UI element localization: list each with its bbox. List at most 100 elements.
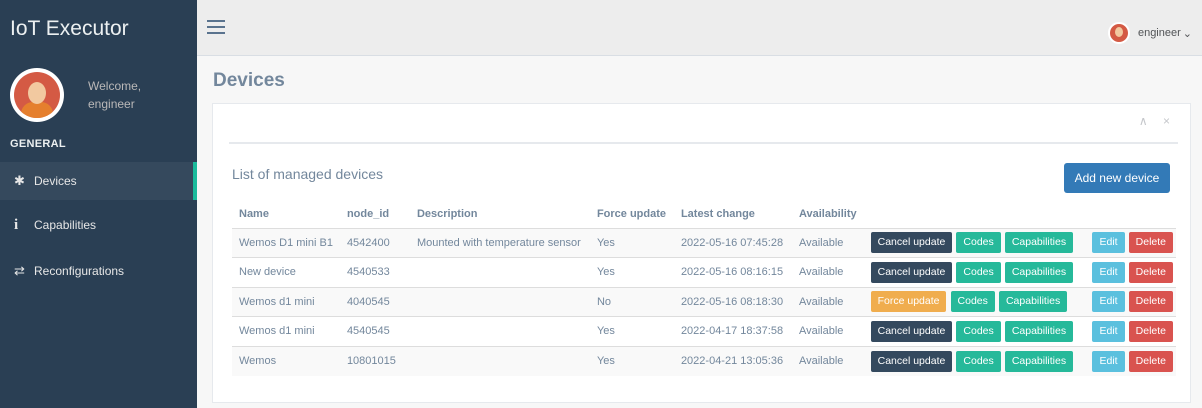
sidebar: IoT Executor Welcome, engineer GENERAL ✱…: [0, 0, 197, 408]
node-id: 4540545: [339, 316, 410, 346]
column-header: Description: [416, 207, 478, 220]
app-title[interactable]: IoT Executor: [0, 0, 197, 58]
sidebar-item-label: Reconfigurations: [34, 264, 125, 278]
info-icon: i: [14, 216, 19, 233]
force-update-value: Yes: [589, 345, 674, 376]
node-id: 4542400: [339, 227, 410, 258]
sidebar-item-label: Capabilities: [34, 218, 97, 232]
column-header: Name: [239, 207, 269, 220]
profile: Welcome, engineer: [0, 58, 197, 130]
availability: Available: [791, 286, 864, 317]
codes-button[interactable]: Codes: [956, 232, 1001, 254]
welcome-text: Welcome, engineer: [88, 77, 141, 113]
delete-button[interactable]: Delete: [1128, 232, 1173, 254]
force-update-value: Yes: [589, 257, 674, 287]
device-name: New device: [232, 257, 340, 287]
latest-change: 2022-05-16 07:45:28: [673, 227, 792, 258]
action-cell: Cancel update Codes Capabilities: [863, 257, 1085, 287]
capabilities-button[interactable]: Capabilities: [998, 291, 1068, 313]
action-cell: Force update Codes Capabilities: [863, 286, 1085, 317]
codes-button[interactable]: Codes: [956, 320, 1001, 342]
row-action-cell: Edit Delete: [1084, 286, 1176, 317]
availability: Available: [791, 257, 864, 287]
section-heading: GENERAL: [10, 138, 66, 150]
cancel-update-button[interactable]: Cancel update: [870, 350, 953, 372]
edit-button[interactable]: Edit: [1092, 261, 1125, 283]
cancel-update-button[interactable]: Cancel update: [870, 232, 953, 254]
table-row: Wemos 10801015 Yes 2022-04-21 13:05:36 Avail…: [232, 345, 1176, 376]
description: [409, 257, 590, 287]
column-header: Latest change: [680, 207, 755, 220]
divider: [229, 142, 1178, 144]
node-id: 4040545: [339, 286, 410, 317]
user-name: engineer: [1137, 27, 1181, 39]
action-cell: Cancel update Codes Capabilities: [863, 316, 1085, 346]
description: [409, 286, 590, 317]
device-name: Wemos d1 mini: [232, 286, 340, 317]
codes-button[interactable]: Codes: [956, 261, 1001, 283]
column-header: Force update: [596, 207, 667, 220]
force-update-button[interactable]: Force update: [870, 291, 947, 313]
force-update-value: No: [589, 286, 674, 317]
delete-button[interactable]: Delete: [1128, 261, 1173, 283]
top-navbar: engineer ⌄: [197, 0, 1202, 56]
force-update-value: Yes: [589, 316, 674, 346]
latest-change: 2022-05-16 08:18:30: [673, 286, 792, 317]
welcome-username: engineer: [88, 97, 135, 111]
page-title: Devices: [213, 70, 285, 91]
column-header: node_id: [346, 207, 390, 220]
capabilities-button[interactable]: Capabilities: [1004, 261, 1074, 283]
action-cell: Cancel update Codes Capabilities: [863, 227, 1085, 258]
availability: Available: [791, 345, 864, 376]
table-row: Wemos D1 mini B1 4542400 Mounted with temp…: [232, 227, 1176, 258]
latest-change: 2022-04-21 13:05:36: [673, 345, 792, 376]
edit-button[interactable]: Edit: [1092, 320, 1125, 342]
codes-button[interactable]: Codes: [956, 350, 1001, 372]
node-id: 4540533: [339, 257, 410, 287]
latest-change: 2022-04-17 18:37:58: [673, 316, 792, 346]
capabilities-button[interactable]: Capabilities: [1004, 232, 1074, 254]
sidebar-item-label: Devices: [34, 174, 77, 188]
user-menu[interactable]: engineer ⌄: [1107, 22, 1192, 44]
node-id: 10801015: [339, 345, 410, 376]
user-avatar: [1107, 22, 1130, 44]
description: [409, 345, 590, 376]
row-action-cell: Edit Delete: [1084, 257, 1176, 287]
menu-toggle-icon[interactable]: [207, 20, 225, 34]
edit-button[interactable]: Edit: [1092, 350, 1125, 372]
action-cell: Cancel update Codes Capabilities: [863, 345, 1085, 376]
gear-icon: ✱: [14, 173, 25, 188]
table-row: Wemos d1 mini 4040545 No 2022-05-16 08:18:3…: [232, 286, 1176, 317]
cancel-update-button[interactable]: Cancel update: [870, 320, 953, 342]
cancel-update-button[interactable]: Cancel update: [870, 261, 953, 283]
devices-panel: ∧ × List of managed devices Add new devi…: [212, 103, 1191, 403]
panel-tools[interactable]: ∧ ×: [1139, 114, 1176, 128]
column-header: Availability: [798, 207, 857, 220]
edit-button[interactable]: Edit: [1092, 291, 1125, 313]
device-name: Wemos D1 mini B1: [232, 227, 340, 258]
delete-button[interactable]: Delete: [1128, 320, 1173, 342]
devices-table: Name node_id Description Force update La…: [232, 200, 1176, 376]
device-name: Wemos d1 mini: [232, 316, 340, 346]
welcome-label: Welcome,: [88, 79, 142, 93]
sidebar-item-devices[interactable]: ✱ Devices: [0, 162, 197, 200]
chevron-down-icon: ⌄: [1182, 27, 1192, 40]
arrows-exchange-icon: ⇄: [14, 263, 25, 278]
capabilities-button[interactable]: Capabilities: [1004, 320, 1074, 342]
table-header-row: Name node_id Description Force update La…: [232, 200, 1176, 228]
codes-button[interactable]: Codes: [950, 291, 995, 313]
latest-change: 2022-05-16 08:16:15: [673, 257, 792, 287]
list-title: List of managed devices: [232, 166, 383, 182]
edit-button[interactable]: Edit: [1092, 232, 1125, 254]
column-header-actions: [864, 200, 1085, 228]
device-name: Wemos: [232, 345, 340, 376]
add-device-button[interactable]: Add new device: [1064, 163, 1170, 193]
delete-button[interactable]: Delete: [1128, 291, 1173, 313]
delete-button[interactable]: Delete: [1128, 350, 1173, 372]
avatar: [10, 68, 64, 122]
description: [409, 316, 590, 346]
sidebar-item-reconfigurations[interactable]: ⇄ Reconfigurations: [0, 252, 197, 290]
capabilities-button[interactable]: Capabilities: [1004, 350, 1074, 372]
sidebar-item-capabilities[interactable]: i Capabilities: [0, 206, 197, 244]
table-row: New device 4540533 Yes 2022-05-16 08:16:15 A…: [232, 257, 1176, 287]
